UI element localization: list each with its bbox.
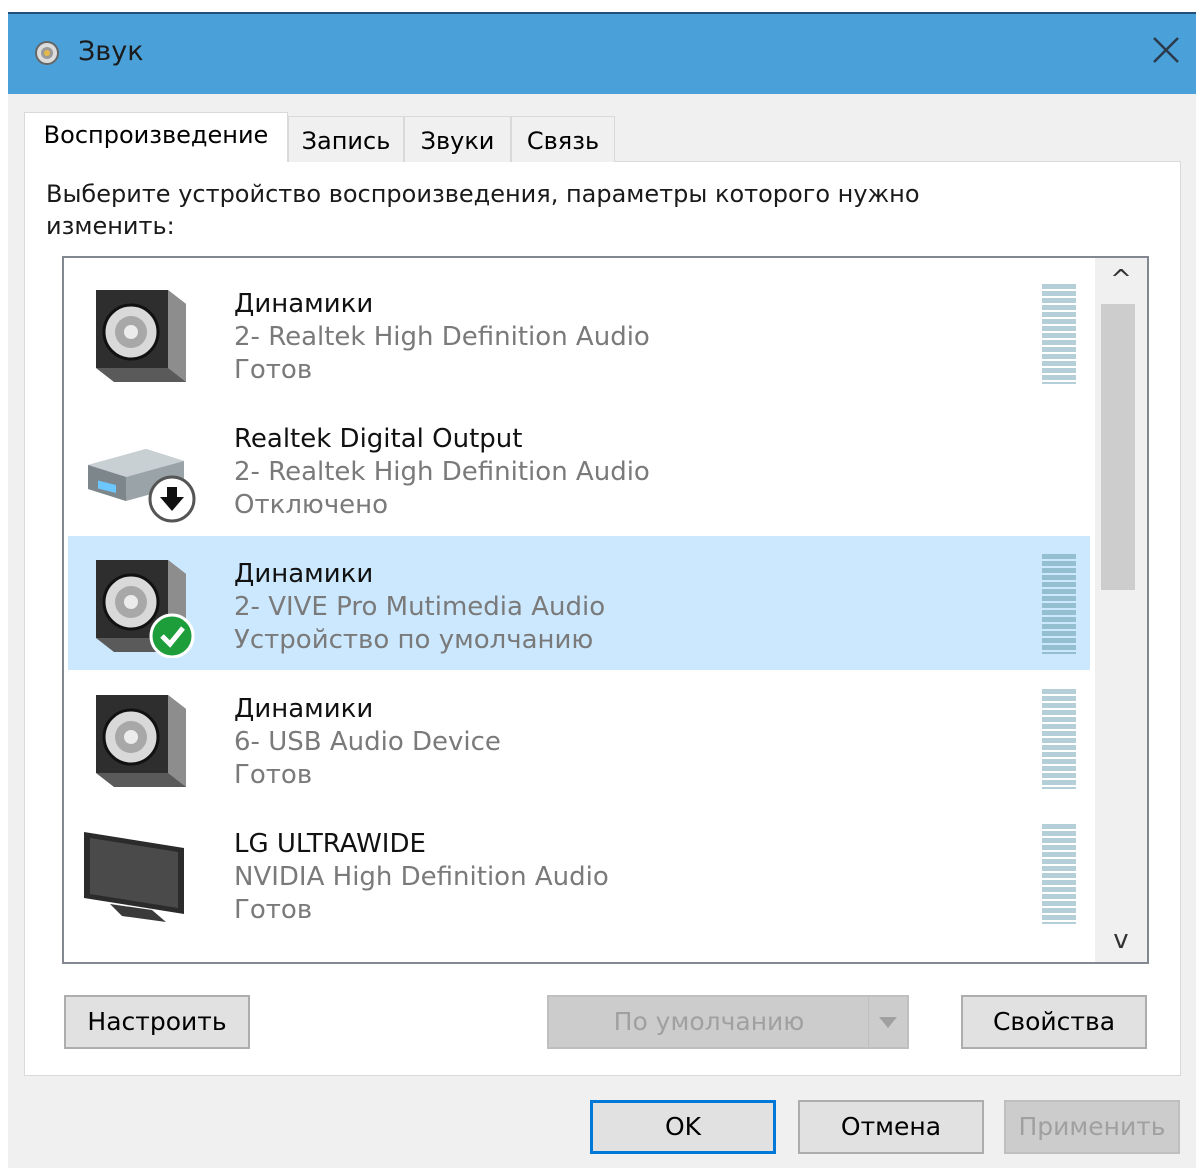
cancel-button[interactable]: Отмена [798,1100,984,1154]
device-row-speakers-realtek[interactable]: Динамики 2- Realtek High Definition Audi… [68,266,1090,400]
device-status: Отключено [234,490,389,520]
device-status: Готов [234,760,313,790]
speaker-icon [35,41,59,65]
volume-meter [1042,689,1076,789]
device-driver: NVIDIA High Definition Audio [234,862,609,892]
device-list[interactable]: Динамики 2- Realtek High Definition Audi… [62,256,1149,964]
set-default-label: По умолчанию [613,1007,805,1036]
chevron-down-icon[interactable] [868,997,907,1047]
window-title: Звук [78,36,144,67]
device-driver: 6- USB Audio Device [234,727,501,757]
device-driver: 2- Realtek High Definition Audio [234,457,650,487]
volume-meter [1042,824,1076,924]
device-list-scrollbar[interactable]: ^ v [1095,258,1147,962]
set-default-button[interactable]: По умолчанию [547,995,909,1049]
speaker-icon [96,560,195,658]
volume-meter [1042,554,1076,654]
device-row-lg-ultrawide[interactable]: LG ULTRAWIDE NVIDIA High Definition Audi… [68,806,1090,940]
device-row-speakers-vive[interactable]: Динамики 2- VIVE Pro Mutimedia Audio Уст… [68,536,1090,670]
scroll-up-button[interactable]: ^ [1095,258,1147,302]
scroll-thumb[interactable] [1101,304,1135,590]
device-name: Динамики [234,694,374,724]
device-status: Готов [234,355,313,385]
device-driver: 2- Realtek High Definition Audio [234,322,650,352]
speaker-icon [96,695,186,787]
tab-communications[interactable]: Связь [511,116,615,162]
title-bar[interactable]: Звук [8,12,1196,94]
device-status: Готов [234,895,313,925]
device-name: Динамики [234,559,374,589]
dialog-body: Воспроизведение Запись Звуки Связь Выбер… [8,94,1196,1168]
device-driver: 2- VIVE Pro Mutimedia Audio [234,592,606,622]
speaker-icon [96,290,186,382]
scroll-down-button[interactable]: v [1095,918,1147,962]
tab-playback[interactable]: Воспроизведение [24,112,288,162]
device-name: Динамики [234,289,374,319]
monitor-icon [84,832,184,922]
ok-button[interactable]: OK [590,1100,776,1154]
default-check-icon [149,613,195,658]
device-row-digital-output[interactable]: Realtek Digital Output 2- Realtek High D… [68,401,1090,535]
device-status: Устройство по умолчанию [234,625,594,655]
tab-sounds[interactable]: Звуки [404,116,511,162]
tab-recording[interactable]: Запись [288,116,404,162]
close-icon[interactable] [1146,30,1186,70]
configure-button[interactable]: Настроить [64,995,250,1049]
digital-output-icon [88,449,196,523]
device-name: LG ULTRAWIDE [234,829,426,859]
window-top-edge [0,0,1196,12]
apply-button[interactable]: Применить [1004,1100,1180,1154]
device-row-speakers-usb[interactable]: Динамики 6- USB Audio Device Готов [68,671,1090,805]
volume-meter [1042,284,1076,384]
properties-button[interactable]: Свойства [961,995,1147,1049]
instruction-text: Выберите устройство воспроизведения, пар… [46,180,920,240]
device-name: Realtek Digital Output [234,424,523,454]
